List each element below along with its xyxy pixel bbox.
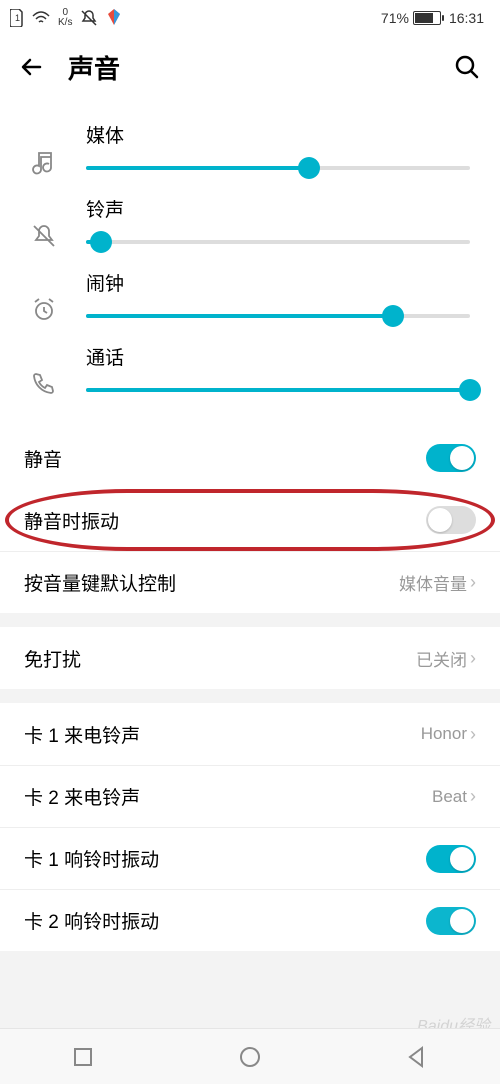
row-volume-key-control[interactable]: 按音量键默认控制 媒体音量› bbox=[0, 551, 500, 613]
row-label: 静音 bbox=[24, 445, 62, 472]
page-title: 声音 bbox=[68, 49, 120, 86]
nav-home-icon[interactable] bbox=[239, 1046, 261, 1068]
row-sim2-ringtone[interactable]: 卡 2 来电铃声 Beat› bbox=[0, 765, 500, 827]
row-vibrate-on-mute[interactable]: 静音时振动 bbox=[0, 489, 500, 551]
app-icon bbox=[106, 9, 122, 27]
row-sim1-vibrate[interactable]: 卡 1 响铃时振动 bbox=[0, 827, 500, 889]
status-bar: 1 0 K/s 71% 16:31 bbox=[0, 0, 500, 35]
chevron-right-icon: › bbox=[470, 572, 476, 593]
toggle-sim2-vibrate[interactable] bbox=[426, 907, 476, 935]
slider-track[interactable] bbox=[86, 314, 470, 318]
slider-track[interactable] bbox=[86, 388, 470, 392]
svg-text:1: 1 bbox=[15, 13, 20, 23]
slider-label: 闹钟 bbox=[86, 269, 470, 296]
back-icon[interactable] bbox=[20, 55, 44, 79]
clock: 16:31 bbox=[449, 10, 484, 26]
nav-back-icon[interactable] bbox=[406, 1046, 428, 1068]
row-label: 卡 2 响铃时振动 bbox=[24, 907, 159, 934]
toggle-mute[interactable] bbox=[426, 444, 476, 472]
row-do-not-disturb[interactable]: 免打扰 已关闭› bbox=[0, 627, 500, 689]
slider-label: 铃声 bbox=[86, 195, 470, 222]
app-header: 声音 bbox=[0, 35, 500, 99]
slider-call: 通话 bbox=[24, 343, 470, 397]
slider-media: 媒体 bbox=[24, 121, 470, 175]
navigation-bar bbox=[0, 1028, 500, 1084]
slider-ringtone: 铃声 bbox=[24, 195, 470, 249]
row-sim1-ringtone[interactable]: 卡 1 来电铃声 Honor› bbox=[0, 703, 500, 765]
slider-label: 通话 bbox=[86, 343, 470, 370]
toggle-vibrate-on-mute[interactable] bbox=[426, 506, 476, 534]
slider-track[interactable] bbox=[86, 240, 470, 244]
chevron-right-icon: › bbox=[470, 786, 476, 807]
sim-icon: 1 bbox=[10, 9, 24, 27]
toggle-sim1-vibrate[interactable] bbox=[426, 845, 476, 873]
alarm-clock-icon bbox=[31, 297, 57, 323]
row-label: 免打扰 bbox=[24, 645, 81, 672]
mute-bell-icon bbox=[80, 9, 98, 27]
nav-recent-icon[interactable] bbox=[72, 1046, 94, 1068]
battery-percent: 71% bbox=[381, 10, 409, 26]
row-label: 按音量键默认控制 bbox=[24, 569, 176, 596]
slider-label: 媒体 bbox=[86, 121, 470, 148]
volume-sliders: 媒体 铃声 闹钟 通话 bbox=[0, 99, 500, 427]
music-note-icon bbox=[31, 149, 57, 175]
bell-off-icon bbox=[31, 223, 57, 249]
slider-alarm: 闹钟 bbox=[24, 269, 470, 323]
chevron-right-icon: › bbox=[470, 724, 476, 745]
row-mute[interactable]: 静音 bbox=[0, 427, 500, 489]
wifi-icon bbox=[32, 11, 50, 25]
chevron-right-icon: › bbox=[470, 648, 476, 669]
row-label: 卡 1 来电铃声 bbox=[24, 721, 140, 748]
search-icon[interactable] bbox=[454, 54, 480, 80]
phone-icon bbox=[31, 371, 57, 397]
row-label: 卡 2 来电铃声 bbox=[24, 783, 140, 810]
battery-icon bbox=[413, 11, 441, 25]
network-speed: 0 K/s bbox=[58, 8, 72, 28]
row-label: 静音时振动 bbox=[24, 507, 119, 534]
slider-track[interactable] bbox=[86, 166, 470, 170]
row-sim2-vibrate[interactable]: 卡 2 响铃时振动 bbox=[0, 889, 500, 951]
row-label: 卡 1 响铃时振动 bbox=[24, 845, 159, 872]
